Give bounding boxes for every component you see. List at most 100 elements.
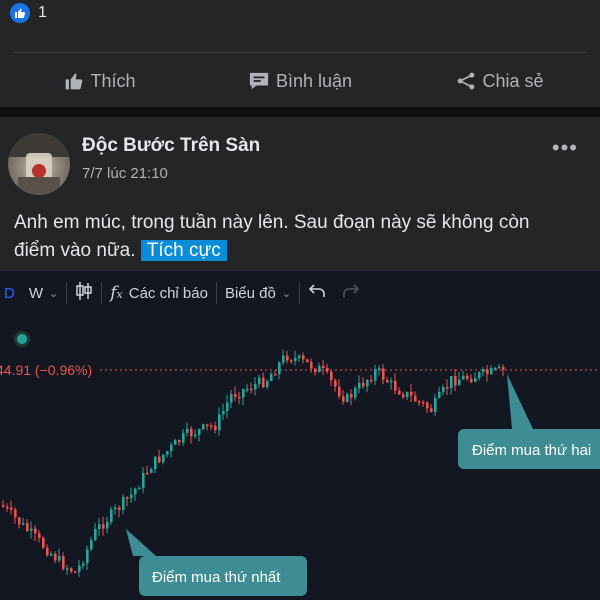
candlestick-icon (75, 281, 93, 305)
candle-body (34, 528, 37, 534)
candle-body (350, 394, 353, 398)
undo-button[interactable] (300, 271, 334, 315)
price-label: 44.91 (−0.96%) (0, 362, 92, 378)
candle-body (370, 380, 373, 382)
indicators-button[interactable]: fx Các chỉ báo (102, 271, 216, 315)
candle-body (18, 517, 21, 525)
candle-body (438, 392, 441, 399)
candle-body (334, 380, 337, 387)
chart-type-label: Biểu đồ (224, 284, 276, 302)
divider (14, 52, 586, 53)
candle-body (90, 540, 93, 550)
candle-body (38, 533, 41, 539)
candle-body (74, 571, 77, 574)
comment-button[interactable]: Bình luận (200, 60, 400, 102)
candle-body (482, 369, 485, 373)
candle-body (394, 380, 397, 391)
candle-body (254, 384, 257, 390)
avatar[interactable] (8, 133, 70, 195)
candle-body (346, 394, 349, 402)
candle-body (362, 382, 365, 387)
candle-body (30, 528, 33, 531)
candle-body (50, 553, 53, 556)
reaction-count: 1 (38, 4, 47, 21)
candle-body (214, 425, 217, 431)
candle-body (118, 507, 121, 510)
candle-body (210, 425, 213, 428)
like-button[interactable]: Thích (0, 60, 200, 102)
candle-body (6, 506, 9, 509)
more-options-icon[interactable]: ••• (552, 135, 578, 161)
candle-body (494, 367, 497, 370)
share-label: Chia sẻ (482, 70, 544, 91)
candle-body (106, 521, 109, 529)
candle-body (98, 524, 101, 529)
candle-body (154, 456, 157, 469)
reaction-summary[interactable]: 1 (10, 2, 47, 24)
post-timestamp[interactable]: 7/7 lúc 21:10 (82, 165, 168, 182)
candle-body (478, 372, 481, 379)
symbol-prefix[interactable]: D (0, 271, 21, 315)
chevron-down-icon: ⌄ (281, 287, 292, 300)
candle-body (330, 371, 333, 381)
indicators-label: Các chỉ báo (128, 284, 208, 302)
candle-body (226, 402, 229, 411)
feed-separator (0, 107, 600, 117)
price-chart[interactable]: 44.91 (−0.96%) Điểm mua thứ hai Điểm mua… (0, 315, 600, 600)
redo-button[interactable] (334, 271, 368, 315)
candle-body (114, 507, 117, 510)
candle-body (246, 388, 249, 391)
candle-body (190, 428, 193, 437)
previous-post-footer: 1 Thích Bình luận Chia sẻ (0, 0, 600, 107)
candle-body (286, 355, 289, 361)
candle-body (278, 362, 281, 375)
candle-body (238, 396, 241, 399)
candle-body (66, 568, 69, 570)
candle-body (26, 523, 29, 531)
interval-selector[interactable]: W ⌄ (21, 271, 66, 315)
author-name[interactable]: Độc Bước Trên Sàn (82, 135, 260, 157)
candle-body (382, 368, 385, 380)
candle-body (14, 509, 17, 518)
share-button[interactable]: Chia sẻ (400, 60, 600, 102)
candle-body (250, 388, 253, 391)
candle-body (186, 428, 189, 433)
candle-body (302, 355, 305, 360)
candle-body (142, 472, 145, 488)
candle-body (54, 553, 57, 561)
annotation-label: Điểm mua thứ hai (472, 442, 591, 459)
candle-body (442, 387, 445, 393)
candle-body (402, 394, 405, 398)
candle-body (366, 380, 369, 387)
like-reaction-icon (10, 3, 30, 23)
candle-body (158, 456, 161, 463)
candle-body (430, 408, 433, 412)
candle-type-button[interactable] (67, 271, 101, 315)
candle-body (406, 391, 409, 398)
candle-body (326, 367, 329, 372)
chart-type-dropdown[interactable]: Biểu đồ ⌄ (217, 271, 299, 315)
candle-body (414, 395, 417, 402)
candle-body (486, 369, 489, 375)
candle-body (418, 401, 421, 403)
candle-body (294, 357, 297, 362)
candle-body (62, 556, 65, 569)
candle-body (86, 549, 89, 564)
post-text: Anh em múc, trong tuần này lên. Sau đoạn… (14, 212, 530, 261)
candle-body (134, 488, 137, 495)
candle-body (182, 432, 185, 443)
candle-body (218, 414, 221, 431)
post-actions: Thích Bình luận Chia sẻ (0, 60, 600, 102)
candle-body (150, 468, 153, 473)
candle-body (318, 365, 321, 373)
candle-body (422, 402, 425, 404)
candle-body (2, 505, 5, 507)
sentiment-tag[interactable]: Tích cực (140, 240, 227, 261)
candle-body (410, 391, 413, 396)
undo-icon (308, 283, 326, 303)
candle-body (198, 428, 201, 435)
candle-body (474, 378, 477, 383)
candle-body (138, 487, 141, 490)
candle-body (462, 375, 465, 380)
candle-body (426, 402, 429, 409)
